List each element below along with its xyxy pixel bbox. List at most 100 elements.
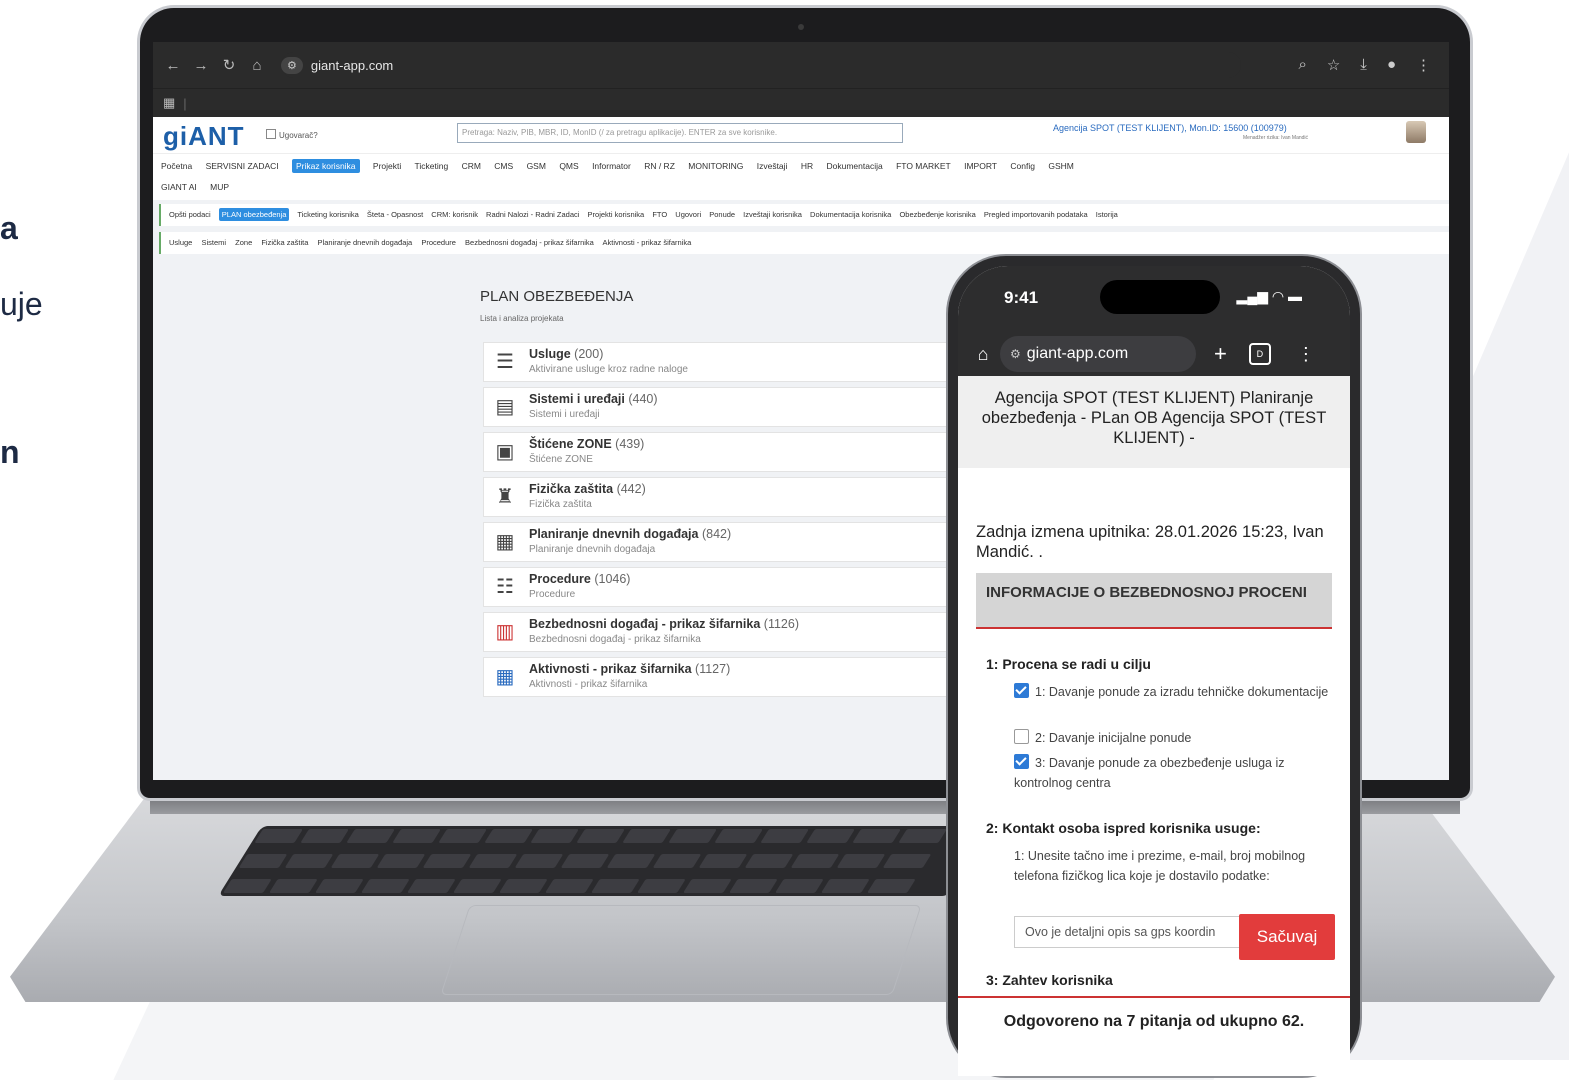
menu-item-crm[interactable]: CRM	[462, 161, 481, 171]
menu-item-izvestaji[interactable]: Izveštaji	[757, 161, 788, 171]
tab-opsti-podaci[interactable]: Opšti podaci	[169, 210, 211, 219]
left-text-fragment: n	[0, 434, 20, 470]
site-settings-icon[interactable]: ⚙	[281, 56, 303, 74]
checkbox-unchecked[interactable]	[1014, 729, 1029, 744]
agency-manager: Menadžer rizika: Ivan Mandić	[1243, 135, 1309, 141]
tab-radni-nalozi[interactable]: Radni Nalozi - Radni Zadaci	[486, 210, 579, 219]
subtab-zone[interactable]: Zone	[235, 238, 252, 247]
option-checkbox[interactable]: 1: Davanje ponude za izradu tehničke dok…	[1014, 682, 1334, 702]
tab-crm[interactable]: CRM: korisnik	[431, 210, 478, 219]
question-3: 3: Zahtev korisnika	[986, 972, 1113, 988]
tab-dokumentacija[interactable]: Dokumentacija korisnika	[810, 210, 891, 219]
phone-address-bar[interactable]: ⚙ giant-app.com	[1000, 336, 1196, 372]
laptop-trackpad	[440, 905, 922, 995]
ugovarac-checkbox[interactable]: Ugovarač?	[266, 129, 318, 140]
menu-item-giant-ai[interactable]: GIANT AI	[161, 182, 197, 192]
list-item[interactable]: ▦ Aktivnosti - prikaz šifarnika (1127) Akt…	[483, 657, 953, 697]
list-item[interactable]: ☰ Usluge (200) Aktivirane usluge kroz radn…	[483, 342, 953, 382]
subtab-usluge[interactable]: Usluge	[169, 238, 192, 247]
avatar[interactable]	[1406, 121, 1426, 143]
tabs-icon[interactable]: D	[1248, 343, 1271, 365]
tab-import-pregled[interactable]: Pregled importovanih podataka	[984, 210, 1088, 219]
menu-item-servisni[interactable]: SERVISNI ZADACI	[206, 161, 279, 171]
menu-item-prikaz-korisnika[interactable]: Prikaz korisnika	[292, 159, 360, 173]
list-item[interactable]: ▦ Planiranje dnevnih događaja (842) Planir…	[483, 522, 953, 562]
tab-steta[interactable]: Šteta - Opasnost	[367, 210, 423, 219]
contact-input[interactable]: Ovo je detaljni opis sa gps koordin	[1014, 916, 1266, 948]
new-tab-icon[interactable]: +	[1214, 341, 1227, 367]
tab-ugovori[interactable]: Ugovori	[675, 210, 701, 219]
list-item[interactable]: ♜ Fizička zaštita (442) Fizička zaštita	[483, 477, 953, 517]
phone-browser-bar: ⌂ ⚙ giant-app.com + D ⋮	[958, 332, 1350, 376]
more-menu-icon[interactable]: ⋮	[1297, 344, 1315, 365]
menu-item-projekti[interactable]: Projekti	[373, 161, 401, 171]
client-tabs: Opšti podaci PLAN obezbeđenja Ticketing …	[159, 204, 1449, 226]
subtab-aktivnosti[interactable]: Aktivnosti - prikaz šifarnika	[603, 238, 692, 247]
list-item[interactable]: ▤ Sistemi i uređaji (440) Sistemi i uređaj…	[483, 387, 953, 427]
phone-status-bar: 9:41 ▂▄▆ ◠ ▬	[958, 266, 1350, 332]
phone-screen: 9:41 ▂▄▆ ◠ ▬ ⌂ ⚙ giant-app.com + D ⋮ Agen…	[958, 266, 1350, 1076]
list-item[interactable]: ☷ Procedure (1046) Procedure	[483, 567, 953, 607]
menu-item-gsm[interactable]: GSM	[527, 161, 546, 171]
menu-item-config[interactable]: Config	[1010, 161, 1035, 171]
page-subtitle: Lista i analiza projekata	[480, 314, 564, 323]
menu-item-mup[interactable]: MUP	[210, 182, 229, 192]
option-checkbox[interactable]: 2: Davanje inicijalne ponude	[1014, 728, 1334, 748]
list-item[interactable]: ▥ Bezbednosni događaj - prikaz šifarnika …	[483, 612, 953, 652]
app-logo[interactable]: giANT	[163, 121, 245, 152]
forward-icon[interactable]: →	[187, 57, 215, 74]
subtab-sistemi[interactable]: Sistemi	[201, 238, 226, 247]
apps-grid-icon[interactable]: ▦	[163, 95, 175, 111]
menu-item-informator[interactable]: Informator	[592, 161, 631, 171]
list-item[interactable]: ▣ Štićene ZONE (439) Štićene ZONE	[483, 432, 953, 472]
question-2-hint: 1: Unesite tačno ime i prezime, e-mail, …	[1014, 849, 1306, 883]
download-icon[interactable]: ⤓	[1360, 56, 1367, 74]
form-header: Agencija SPOT (TEST KLIJENT) Planiranje …	[958, 376, 1350, 468]
menu-item-import[interactable]: IMPORT	[964, 161, 997, 171]
more-menu-icon[interactable]: ⋮	[1416, 56, 1431, 74]
menu-item-cms[interactable]: CMS	[494, 161, 513, 171]
site-settings-icon[interactable]: ⚙	[1010, 347, 1021, 361]
subtab-fizicka-zastita[interactable]: Fizička zaštita	[261, 238, 308, 247]
menu-item-ticketing[interactable]: Ticketing	[414, 161, 448, 171]
menu-item-qms[interactable]: QMS	[559, 161, 578, 171]
search-input[interactable]: Pretraga: Naziv, PIB, MBR, ID, MonID (/ …	[457, 123, 903, 143]
menu-item-dokumentacija[interactable]: Dokumentacija	[826, 161, 882, 171]
tab-istorija[interactable]: Istorija	[1096, 210, 1118, 219]
agency-link[interactable]: Agencija SPOT (TEST KLIJENT), Mon.ID: 15…	[1053, 123, 1287, 133]
menu-item-monitoring[interactable]: MONITORING	[688, 161, 743, 171]
zone-map-icon: ▣	[495, 441, 515, 463]
reload-icon[interactable]: ↻	[215, 56, 243, 74]
menu-item-fto-market[interactable]: FTO MARKET	[896, 161, 951, 171]
guard-icon: ♜	[496, 486, 514, 508]
subtab-procedure[interactable]: Procedure	[421, 238, 456, 247]
tab-fto[interactable]: FTO	[652, 210, 667, 219]
subtab-planiranje[interactable]: Planiranje dnevnih događaja	[318, 238, 413, 247]
zoom-icon[interactable]: ⌕	[1298, 56, 1306, 74]
back-icon[interactable]: ←	[159, 57, 187, 74]
page-title: PLAN OBEZBEĐENJA	[480, 288, 634, 305]
tab-plan-obezbedjenja[interactable]: PLAN obezbeđenja	[218, 208, 290, 221]
address-bar[interactable]: ⚙ giant-app.com	[281, 52, 1241, 78]
server-rack-icon: ▤	[495, 396, 515, 418]
option-checkbox[interactable]: 3: Davanje ponude za obezbeđenje usluga …	[1014, 753, 1334, 793]
tab-ticketing[interactable]: Ticketing korisnika	[297, 210, 358, 219]
tab-ponude[interactable]: Ponude	[709, 210, 735, 219]
tab-izvestaji[interactable]: Izveštaji korisnika	[743, 210, 802, 219]
laptop-keyboard	[218, 826, 992, 896]
tab-obezbedjenje[interactable]: Obezbeđenje korisnika	[899, 210, 975, 219]
menu-item-rn-rz[interactable]: RN / RZ	[644, 161, 675, 171]
home-icon[interactable]: ⌂	[243, 57, 271, 74]
profile-icon[interactable]: ●	[1387, 56, 1396, 74]
home-icon[interactable]: ⌂	[966, 344, 1000, 365]
checkbox-checked[interactable]	[1014, 754, 1029, 769]
save-button[interactable]: Sačuvaj	[1239, 914, 1335, 960]
menu-item-hr[interactable]: HR	[801, 161, 813, 171]
star-icon[interactable]: ☆	[1327, 56, 1340, 74]
tab-projekti[interactable]: Projekti korisnika	[588, 210, 645, 219]
question-1: 1: Procena se radi u cilju	[986, 656, 1151, 672]
checkbox-checked[interactable]	[1014, 683, 1029, 698]
subtab-bezbednosni-dogadjaj[interactable]: Bezbednosni događaj - prikaz šifarnika	[465, 238, 594, 247]
menu-item-gshm[interactable]: GSHM	[1048, 161, 1074, 171]
menu-item-pocetna[interactable]: Početna	[161, 161, 192, 171]
